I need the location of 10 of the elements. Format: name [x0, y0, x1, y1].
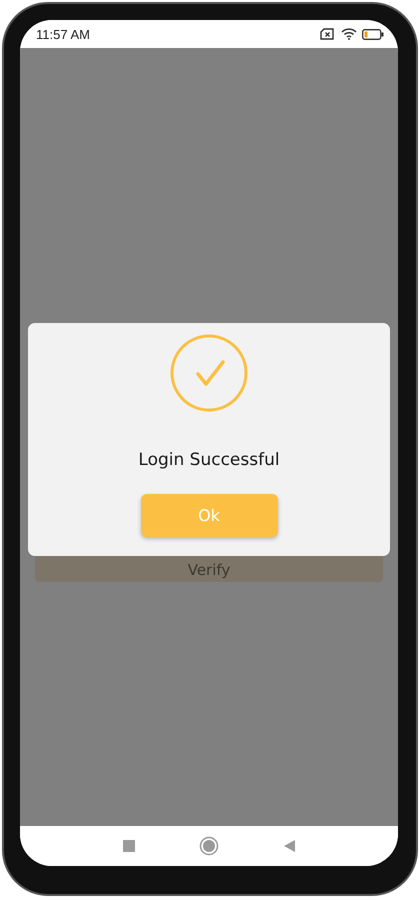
- checkmark-icon: [170, 334, 248, 412]
- ok-button[interactable]: Ok: [140, 494, 278, 537]
- wifi-icon: [341, 28, 357, 40]
- square-icon[interactable]: [122, 839, 136, 853]
- back-icon[interactable]: [282, 839, 296, 853]
- dialog-message: Login Successful: [138, 450, 280, 470]
- battery-icon: [362, 28, 384, 40]
- status-time: 11:57 AM: [36, 26, 90, 42]
- no-sim-icon: [320, 28, 336, 40]
- home-icon[interactable]: [198, 836, 219, 856]
